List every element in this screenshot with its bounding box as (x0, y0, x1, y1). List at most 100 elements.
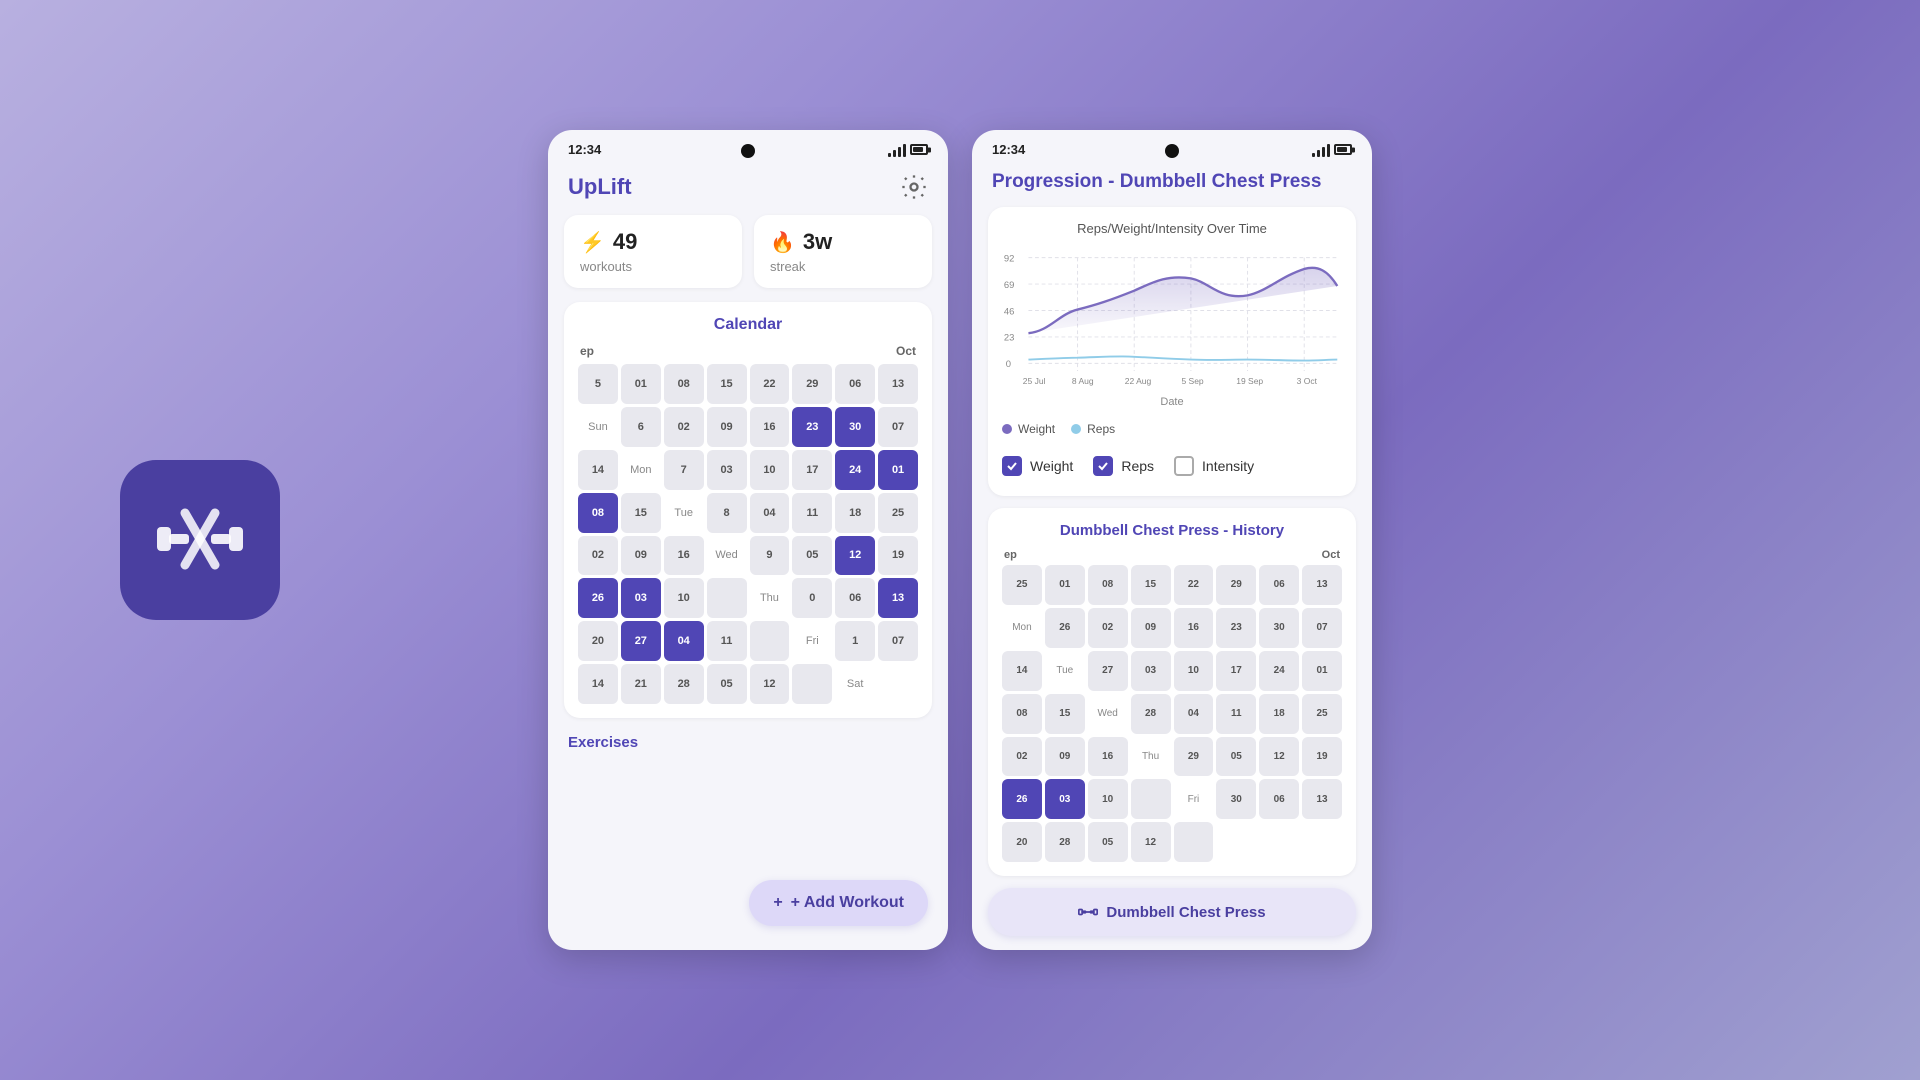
history-cell[interactable]: 28 (1045, 822, 1085, 862)
history-cell[interactable]: 15 (1045, 694, 1085, 734)
cal-cell[interactable]: 03 (621, 578, 661, 618)
cal-cell[interactable]: 07 (878, 407, 918, 447)
cal-cell[interactable]: 6 (621, 407, 661, 447)
cal-cell[interactable]: 13 (878, 364, 918, 404)
history-cell[interactable]: 16 (1088, 737, 1128, 777)
reps-checkbox[interactable] (1093, 456, 1113, 476)
cal-cell[interactable]: 16 (664, 536, 704, 576)
intensity-checkbox-item[interactable]: Intensity (1174, 456, 1254, 476)
cal-cell[interactable]: 04 (750, 493, 790, 533)
cal-cell[interactable] (792, 664, 832, 704)
history-cell[interactable]: 30 (1216, 779, 1256, 819)
cal-cell[interactable]: 05 (707, 664, 747, 704)
history-cell[interactable]: 16 (1174, 608, 1214, 648)
weight-checkbox[interactable] (1002, 456, 1022, 476)
cal-cell[interactable]: 02 (578, 536, 618, 576)
history-cell[interactable]: 11 (1216, 694, 1256, 734)
cal-cell[interactable]: 25 (878, 493, 918, 533)
cal-cell[interactable]: 05 (792, 536, 832, 576)
history-cell[interactable]: 23 (1216, 608, 1256, 648)
cal-cell[interactable] (750, 621, 790, 661)
history-cell[interactable]: 12 (1131, 822, 1171, 862)
cal-cell[interactable]: 9 (750, 536, 790, 576)
history-cell[interactable]: 19 (1302, 737, 1342, 777)
cal-cell[interactable]: 5 (578, 364, 618, 404)
history-cell[interactable]: 06 (1259, 565, 1299, 605)
history-cell[interactable]: 14 (1002, 651, 1042, 691)
cal-cell[interactable]: 14 (578, 450, 618, 490)
cal-cell[interactable]: 03 (707, 450, 747, 490)
cal-cell[interactable]: 01 (878, 450, 918, 490)
cal-cell[interactable]: 22 (750, 364, 790, 404)
history-cell[interactable]: 29 (1174, 737, 1214, 777)
history-cell[interactable]: 10 (1088, 779, 1128, 819)
cal-cell[interactable]: 7 (664, 450, 704, 490)
history-cell[interactable]: 13 (1302, 779, 1342, 819)
history-cell[interactable]: 05 (1088, 822, 1128, 862)
cal-cell[interactable]: 11 (707, 621, 747, 661)
cal-cell[interactable]: 11 (792, 493, 832, 533)
cal-cell[interactable]: 28 (664, 664, 704, 704)
cal-cell[interactable]: 16 (750, 407, 790, 447)
cal-cell[interactable]: 02 (664, 407, 704, 447)
cal-cell[interactable]: 14 (578, 664, 618, 704)
cal-cell[interactable]: 08 (664, 364, 704, 404)
cal-cell[interactable]: 17 (792, 450, 832, 490)
cal-cell[interactable]: 13 (878, 578, 918, 618)
cal-cell[interactable]: 12 (835, 536, 875, 576)
history-cell[interactable]: 02 (1002, 737, 1042, 777)
history-cell[interactable] (1174, 822, 1214, 862)
history-cell[interactable]: 02 (1088, 608, 1128, 648)
weight-checkbox-item[interactable]: Weight (1002, 456, 1073, 476)
cal-cell[interactable]: 18 (835, 493, 875, 533)
history-cell[interactable]: 07 (1302, 608, 1342, 648)
cal-cell[interactable]: 8 (707, 493, 747, 533)
history-cell[interactable]: 03 (1045, 779, 1085, 819)
history-cell[interactable]: 04 (1174, 694, 1214, 734)
cal-cell[interactable]: 30 (835, 407, 875, 447)
intensity-checkbox[interactable] (1174, 456, 1194, 476)
history-cell[interactable]: 08 (1088, 565, 1128, 605)
history-cell[interactable]: 10 (1174, 651, 1214, 691)
history-cell[interactable]: 01 (1302, 651, 1342, 691)
cal-cell[interactable]: 06 (835, 578, 875, 618)
cal-cell[interactable]: 08 (578, 493, 618, 533)
history-cell[interactable]: 15 (1131, 565, 1171, 605)
history-cell[interactable] (1131, 779, 1171, 819)
cal-cell[interactable]: 06 (835, 364, 875, 404)
history-cell[interactable]: 13 (1302, 565, 1342, 605)
cal-cell[interactable]: 0 (792, 578, 832, 618)
cal-cell[interactable]: 23 (792, 407, 832, 447)
history-cell[interactable]: 24 (1259, 651, 1299, 691)
history-cell[interactable]: 09 (1131, 608, 1171, 648)
history-cell[interactable]: 17 (1216, 651, 1256, 691)
history-cell[interactable]: 25 (1002, 565, 1042, 605)
cal-cell[interactable]: 01 (621, 364, 661, 404)
cal-cell[interactable]: 21 (621, 664, 661, 704)
cal-cell[interactable]: 24 (835, 450, 875, 490)
cal-cell[interactable]: 07 (878, 621, 918, 661)
cal-cell[interactable]: 19 (878, 536, 918, 576)
cal-cell[interactable]: 09 (707, 407, 747, 447)
history-cell[interactable]: 12 (1259, 737, 1299, 777)
cal-cell[interactable]: 26 (578, 578, 618, 618)
history-cell[interactable]: 22 (1174, 565, 1214, 605)
history-cell[interactable]: 01 (1045, 565, 1085, 605)
history-cell[interactable]: 29 (1216, 565, 1256, 605)
history-cell[interactable]: 08 (1002, 694, 1042, 734)
cal-cell[interactable]: 20 (578, 621, 618, 661)
history-cell[interactable]: 18 (1259, 694, 1299, 734)
history-cell[interactable]: 27 (1088, 651, 1128, 691)
cal-cell[interactable]: 04 (664, 621, 704, 661)
reps-checkbox-item[interactable]: Reps (1093, 456, 1154, 476)
cal-cell[interactable]: 1 (835, 621, 875, 661)
dumbbell-chest-press-button[interactable]: Dumbbell Chest Press (988, 888, 1356, 936)
history-cell[interactable]: 30 (1259, 608, 1299, 648)
settings-icon[interactable] (900, 173, 928, 201)
history-cell[interactable]: 26 (1002, 779, 1042, 819)
history-cell[interactable]: 03 (1131, 651, 1171, 691)
history-cell[interactable]: 25 (1302, 694, 1342, 734)
cal-cell[interactable] (707, 578, 747, 618)
cal-cell[interactable]: 10 (750, 450, 790, 490)
cal-cell[interactable]: 27 (621, 621, 661, 661)
